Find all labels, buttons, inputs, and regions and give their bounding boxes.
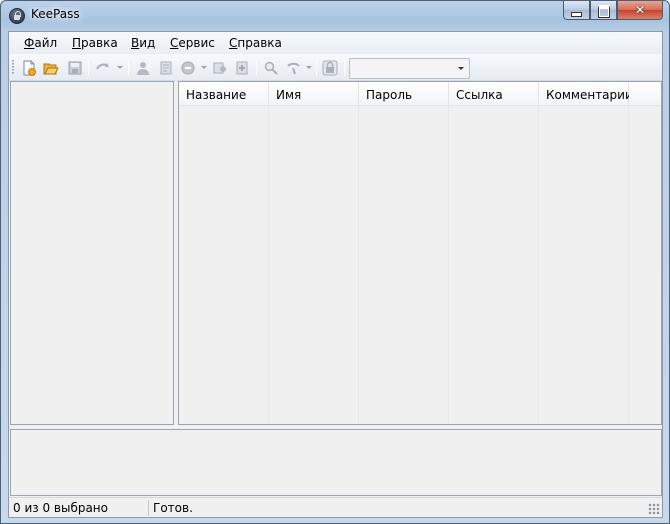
status-divider xyxy=(148,500,149,516)
copy-password-icon[interactable] xyxy=(234,60,250,76)
save-icon[interactable] xyxy=(67,60,83,76)
new-database-icon[interactable] xyxy=(21,60,37,76)
group-tree[interactable] xyxy=(10,81,174,425)
toolbar-separator xyxy=(316,59,317,76)
add-entry-icon[interactable] xyxy=(135,60,151,76)
column-gridline xyxy=(268,106,269,424)
status-bar: 0 из 0 выбрано Готов. xyxy=(9,497,662,517)
toolbar-separator xyxy=(128,59,129,76)
caption-buttons: ✕ xyxy=(563,1,663,20)
entry-details-pane[interactable] xyxy=(10,429,662,496)
column-header-password[interactable]: Пароль xyxy=(359,82,449,106)
column-header-username[interactable]: Имя xyxy=(269,82,359,106)
maximize-button[interactable] xyxy=(590,1,617,20)
column-header-url[interactable]: Ссылка xyxy=(449,82,539,106)
sync-icon[interactable] xyxy=(95,60,111,76)
client-area: Файл Правка Вид Сервис Справка Название … xyxy=(8,31,663,518)
minimize-icon xyxy=(564,2,589,17)
minimize-button[interactable] xyxy=(563,1,590,20)
column-gridline xyxy=(538,106,539,424)
entry-list[interactable]: Название Имя Пароль Ссылка Комментарии xyxy=(178,81,662,425)
filter-dropdown-arrow[interactable] xyxy=(306,66,312,69)
entry-dropdown-arrow[interactable] xyxy=(201,66,207,69)
maximize-icon xyxy=(591,2,616,18)
keepass-lock-icon[interactable] xyxy=(9,8,25,24)
close-button[interactable]: ✕ xyxy=(617,1,663,20)
toolbar xyxy=(9,54,662,81)
title-bar[interactable]: KeePass ✕ xyxy=(1,1,669,31)
filter-icon[interactable] xyxy=(286,60,302,76)
column-gridline xyxy=(358,106,359,424)
window-title: KeePass xyxy=(31,7,80,21)
lock-icon[interactable] xyxy=(322,60,338,76)
column-gridline xyxy=(628,106,629,424)
app-window: KeePass ✕ Файл Правка Вид Сервис Справка xyxy=(0,0,670,524)
copy-username-icon[interactable] xyxy=(212,60,228,76)
sync-dropdown-arrow[interactable] xyxy=(117,66,123,69)
selection-status: 0 из 0 выбрано xyxy=(13,501,108,515)
column-header-title[interactable]: Название xyxy=(179,82,269,106)
column-header-notes[interactable]: Комментарии xyxy=(539,82,633,106)
ready-status: Готов. xyxy=(153,501,193,515)
menu-file[interactable]: Файл xyxy=(24,36,57,50)
menu-view[interactable]: Вид xyxy=(131,36,155,50)
column-header-filler xyxy=(629,82,661,106)
toolbar-grip[interactable] xyxy=(12,60,14,75)
toolbar-separator xyxy=(88,59,89,76)
find-icon[interactable] xyxy=(263,60,279,76)
resize-grip[interactable] xyxy=(648,503,660,515)
edit-entry-icon[interactable] xyxy=(158,60,174,76)
toolbar-separator xyxy=(256,59,257,76)
toolbar-separator xyxy=(344,59,345,76)
column-gridline xyxy=(448,106,449,424)
close-icon: ✕ xyxy=(634,3,646,17)
delete-entry-icon[interactable] xyxy=(180,60,196,76)
open-database-icon[interactable] xyxy=(43,60,59,76)
menu-edit[interactable]: Правка xyxy=(72,36,118,50)
menu-help[interactable]: Справка xyxy=(229,36,282,50)
menu-bar: Файл Правка Вид Сервис Справка xyxy=(9,32,662,54)
quick-search-combobox[interactable] xyxy=(349,58,470,79)
chevron-down-icon[interactable] xyxy=(458,67,464,70)
menu-tools[interactable]: Сервис xyxy=(170,36,215,50)
